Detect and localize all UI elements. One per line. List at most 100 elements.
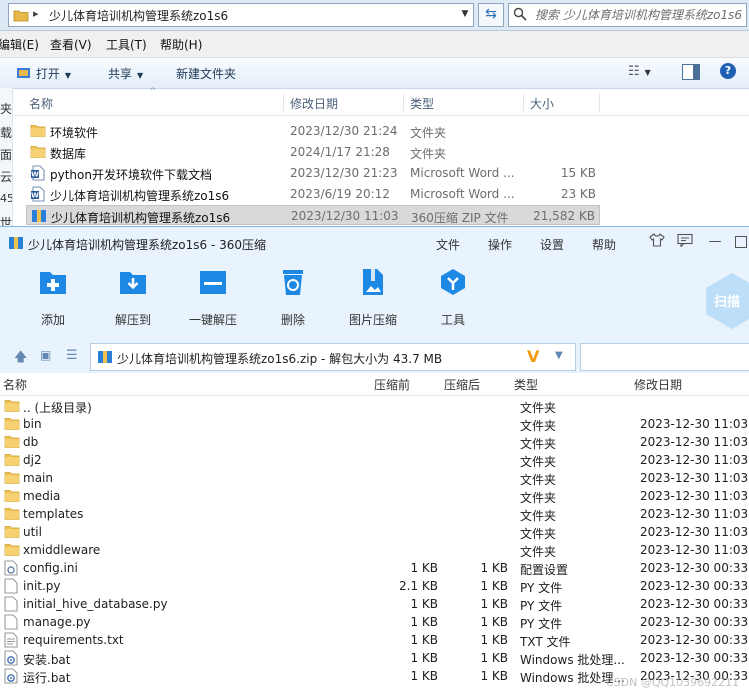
one-click-extract-label: 一键解压 [188,313,237,327]
file-type: 文件夹 [410,147,447,161]
archive-entry-type: PY 文件 [520,617,563,631]
archive-row[interactable]: initial_hive_database.py 1 KB 1 KB PY 文件 202… [0,595,749,613]
file-date: 2023/6/19 20:12 [290,187,390,201]
file-row[interactable]: 数据库 2024/1/17 21:28 文件夹 [26,142,600,162]
recycle-bin-icon [283,270,303,295]
archive-row[interactable]: requirements.txt 1 KB 1 KB TXT 文件 2023-12-30… [0,631,749,649]
archive-row[interactable]: 安装.bat 1 KB 1 KB Windows 批处理... 2023-12-30 0… [0,649,749,667]
zip-column-modified[interactable]: 修改日期 [634,376,682,393]
file-row[interactable]: W 少儿体育培训机构管理系统zo1s6 2023/6/19 20:12 Microso… [26,184,600,204]
column-size[interactable]: 大小 [530,95,554,112]
file-row[interactable]: Wpython开发环境软件下载文档 2023/12/30 21:23 Microso… [26,163,600,183]
nav-fragment[interactable]: 载 [0,124,12,141]
archive-entry-type: 文件夹 [520,473,557,487]
archive-row[interactable]: xmiddleware 文件夹 2023-12-30 11:03 [0,541,749,559]
archive-entry-type: 文件夹 [520,455,557,469]
menu-view[interactable]: 查看(V) [50,36,92,53]
tools-icon [441,269,465,295]
add-button[interactable]: 添加 [18,265,88,333]
refresh-button[interactable]: ⇆ [478,3,504,27]
archive-path-box[interactable]: 少儿体育培训机构管理系统zo1s6.zip - 解包大小为 43.7 MB V … [90,343,576,371]
archive-entry-before: 1 KB [410,633,438,647]
minimize-button[interactable]: — [706,233,724,251]
archive-row[interactable]: .. (上级目录) 文件夹 [0,397,749,415]
nav-fragment[interactable]: 夹 [0,100,12,117]
zip-column-name[interactable]: 名称 [3,376,27,393]
zip-menu-help[interactable]: 帮助 [592,236,616,253]
file-date: 2023/12/30 11:03 [291,209,399,223]
search-box[interactable] [508,3,747,27]
maximize-button[interactable] [732,233,749,251]
archive-row[interactable]: init.py 2.1 KB 1 KB PY 文件 2023-12-30 00:33 [0,577,749,595]
zip-menu-operation[interactable]: 操作 [488,236,512,253]
chevron-down-icon: ▼ [64,71,71,80]
v-mark-icon: V [527,347,540,366]
archive-row[interactable]: main 文件夹 2023-12-30 11:03 [0,469,749,487]
archive-entry-after: 1 KB [480,633,508,647]
path-dropdown-icon[interactable]: ▼ [555,350,563,361]
archive-row[interactable]: util 文件夹 2023-12-30 11:03 [0,523,749,541]
menu-edit[interactable]: 编辑(E) [0,36,39,53]
feedback-button[interactable] [676,233,694,251]
menu-help[interactable]: 帮助(H) [160,36,202,53]
archive-row[interactable]: templates 文件夹 2023-12-30 11:03 [0,505,749,523]
file-type: 文件夹 [410,126,447,140]
column-type[interactable]: 类型 [410,95,434,112]
archive-search-input[interactable] [580,343,749,371]
address-path[interactable]: 少儿体育培训机构管理系统zo1s6 [49,7,228,24]
image-compress-button[interactable]: 图片压缩 [338,265,408,333]
file-size: 15 KB [560,166,596,180]
list-view-button[interactable]: ☰ [66,348,78,363]
zip-column-after[interactable]: 压缩后 [444,376,480,393]
nav-fragment[interactable]: 云 [0,168,12,185]
zip-file-icon [98,351,112,363]
address-field[interactable]: ▸ 少儿体育培训机构管理系统zo1s6 [8,3,474,27]
archive-entry-date: 2023-12-30 11:03 [640,525,749,539]
one-click-extract-button[interactable]: 一键解压 [178,265,248,333]
nav-fragment[interactable]: 面 [0,146,12,163]
archive-row[interactable]: media 文件夹 2023-12-30 11:03 [0,487,749,505]
zip-column-before[interactable]: 压缩前 [374,376,410,393]
zip-column-type[interactable]: 类型 [514,376,538,393]
search-input[interactable] [533,6,745,24]
zip-menu-settings[interactable]: 设置 [540,236,564,253]
one-click-extract-icon [200,271,226,294]
delete-button[interactable]: 删除 [258,265,328,333]
archive-entry-date: 2023-12-30 00:33 [640,561,749,575]
archive-entry-name: 安装.bat [23,653,71,667]
address-dropdown-arrow[interactable]: ▼ [458,3,472,25]
archive-row[interactable]: dj2 文件夹 2023-12-30 11:03 [0,451,749,469]
zip-menu-file[interactable]: 文件 [436,236,460,253]
archive-entry-name: requirements.txt [23,633,124,647]
column-modified[interactable]: 修改日期 [290,95,338,112]
thumbnail-view-button[interactable]: ▣ [40,348,51,362]
refresh-icon: ⇆ [485,6,497,22]
column-name[interactable]: 名称 [29,95,53,112]
open-button[interactable]: 打开 ▼ [16,65,71,82]
preview-pane-button[interactable] [682,64,700,80]
tools-button[interactable]: 工具 [418,265,488,333]
chevron-down-icon: ▼ [137,71,144,80]
archive-row[interactable]: db 文件夹 2023-12-30 11:03 [0,433,749,451]
skin-button[interactable] [648,233,666,251]
archive-entry-date: 2023-12-30 00:33 [640,579,749,593]
word-doc-icon: W [30,165,46,184]
share-button[interactable]: 共享 ▼ [108,65,143,82]
scan-button[interactable]: 扫描 [702,271,749,331]
breadcrumb-separator: ▸ [33,7,39,20]
up-level-button[interactable]: 🡅 [14,348,27,370]
archive-row[interactable]: bin 文件夹 2023-12-30 11:03 [0,415,749,433]
folder-icon [4,398,20,416]
file-row[interactable]: 少儿体育培训机构管理系统zo1s6 2023/12/30 11:03 360压缩 Z… [26,205,600,225]
file-row[interactable]: 环境软件 2023/12/30 21:24 文件夹 [26,121,600,141]
archive-row[interactable]: config.ini 1 KB 1 KB 配置设置 2023-12-30 00:33 [0,559,749,577]
extract-to-button[interactable]: 解压到 [98,265,168,333]
nav-fragment[interactable]: 45 [0,192,12,205]
menu-tools[interactable]: 工具(T) [106,36,147,53]
view-options-button[interactable]: ☷ ▼ [628,64,651,79]
help-button[interactable]: ? [720,63,736,79]
archive-entry-after: 1 KB [480,651,508,665]
new-folder-button[interactable]: 新建文件夹 [176,65,236,82]
archive-entry-before: 1 KB [410,615,438,629]
archive-row[interactable]: manage.py 1 KB 1 KB PY 文件 2023-12-30 00:33 [0,613,749,631]
